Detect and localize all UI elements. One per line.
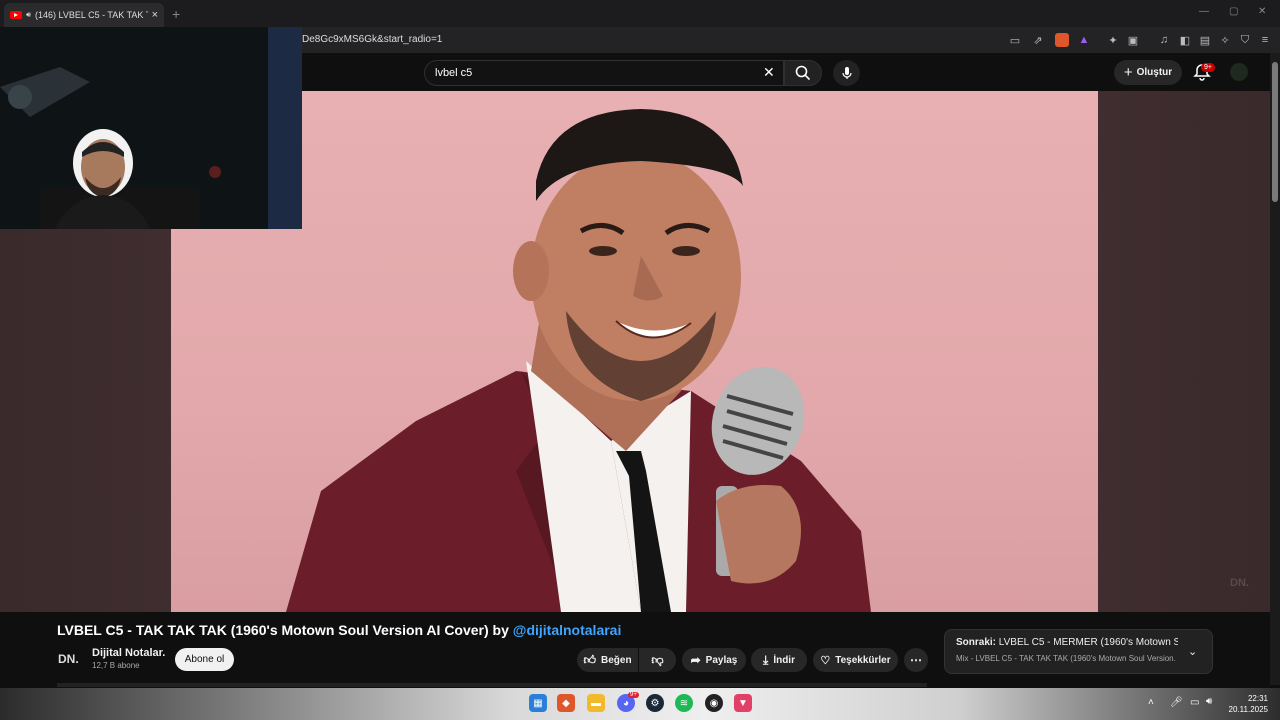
- channel-watermark: DN.: [1230, 577, 1249, 589]
- dislike-button[interactable]: 👎︎: [639, 648, 676, 672]
- vpn-icon[interactable]: ⛉: [1238, 33, 1252, 47]
- video-title-text: LVBEL C5 - TAK TAK TAK (1960's Motown So…: [57, 622, 509, 638]
- streamer-webcam-image: [0, 27, 302, 229]
- speaker-icon: 🔊︎: [26, 10, 32, 19]
- like-label: Beğen: [600, 654, 632, 666]
- thanks-button[interactable]: ♡ Teşekkürler: [813, 648, 898, 672]
- obs-icon[interactable]: ◉: [705, 694, 723, 712]
- create-label: Oluştur: [1136, 67, 1173, 78]
- up-next-title: Sonraki: LVBEL C5 - MERMER (1960's Motow…: [956, 637, 1178, 648]
- browser-tab-strip: [0, 0, 1280, 27]
- thumbs-down-icon: 👎︎: [651, 652, 664, 667]
- tray-network-icon[interactable]: ▭: [1190, 697, 1199, 708]
- download-button[interactable]: ⤓ İndir: [751, 648, 807, 672]
- up-next-card[interactable]: [944, 629, 1213, 674]
- subscribe-button[interactable]: Abone ol: [175, 648, 234, 671]
- clock-date: 20.11.2025: [1228, 705, 1268, 714]
- steam-icon[interactable]: ⚙: [646, 694, 664, 712]
- browser-tab[interactable]: 🔊︎ (146) LVBEL C5 - TAK TAK TAK ×: [4, 3, 164, 27]
- tray-volume-icon[interactable]: 🔊︎: [1206, 696, 1212, 707]
- search-icon: [795, 65, 811, 81]
- plus-icon: +: [1123, 64, 1133, 81]
- discord-badge: 9+: [628, 692, 639, 698]
- app-icon[interactable]: ▼: [734, 694, 752, 712]
- video-player[interactable]: [171, 91, 1098, 612]
- extensions-icon[interactable]: ✦: [1106, 33, 1120, 47]
- channel-logo[interactable]: DN.: [58, 647, 86, 671]
- tab-title: (146) LVBEL C5 - TAK TAK TAK: [35, 10, 148, 20]
- description-box-edge: [57, 683, 927, 687]
- singer-image: [286, 109, 871, 612]
- download-icon: ⤓: [763, 652, 769, 667]
- restore-window-button[interactable]: ▢: [1229, 6, 1238, 17]
- thanks-heart-icon: ♡: [820, 654, 831, 667]
- like-button[interactable]: 👍︎ Beğen: [577, 648, 638, 672]
- voice-search-button[interactable]: [833, 60, 860, 86]
- more-actions-button[interactable]: ⋯: [904, 648, 928, 672]
- close-window-button[interactable]: ✕: [1258, 6, 1266, 17]
- cast-icon[interactable]: ▭: [1008, 33, 1022, 47]
- notification-badge: 9+: [1201, 63, 1215, 72]
- channel-name[interactable]: Dijital Notalar.: [92, 647, 165, 659]
- up-next-video-title: LVBEL C5 - MERMER (1960's Motown Soul...: [998, 637, 1178, 648]
- creator-handle-link[interactable]: @dijitalnotalarai: [513, 622, 622, 638]
- brave-shield-icon[interactable]: [1055, 33, 1069, 47]
- up-next-subtitle: Mix - LVBEL C5 - TAK TAK TAK (1960's Mot…: [956, 654, 1176, 663]
- share-button[interactable]: ➦ Paylaş: [682, 648, 746, 672]
- windows-start-icon[interactable]: ▦: [529, 694, 547, 712]
- more-dots-icon: ⋯: [910, 653, 922, 667]
- chevron-down-icon[interactable]: ⌄: [1188, 645, 1197, 658]
- file-explorer-icon[interactable]: ▬: [587, 694, 605, 712]
- tray-microphone-icon[interactable]: 🎤︎: [1170, 697, 1183, 708]
- media-icon[interactable]: ♫: [1157, 33, 1171, 47]
- brave-browser-icon[interactable]: ◆: [557, 694, 575, 712]
- create-button[interactable]: + Oluştur: [1114, 60, 1182, 85]
- wallet-icon[interactable]: ▤: [1198, 33, 1212, 47]
- scrollbar-thumb[interactable]: [1272, 62, 1278, 202]
- download-label: İndir: [773, 654, 795, 666]
- new-tab-button[interactable]: +: [172, 6, 180, 22]
- clear-search-icon[interactable]: ✕: [763, 64, 775, 81]
- taskbar-clock[interactable]: 22:31 20.11.2025: [1222, 693, 1268, 715]
- share-icon[interactable]: ⇗: [1031, 33, 1045, 47]
- share-arrow-icon: ➦: [690, 653, 701, 667]
- thumbs-up-icon: 👍︎: [583, 652, 596, 667]
- rewards-icon[interactable]: ▲: [1077, 33, 1091, 47]
- video-title: LVBEL C5 - TAK TAK TAK (1960's Motown So…: [57, 622, 621, 638]
- menu-icon[interactable]: ≡: [1258, 33, 1272, 47]
- search-button[interactable]: [784, 60, 822, 86]
- clock-time: 22:31: [1247, 694, 1268, 703]
- screenshot-icon[interactable]: ▣: [1126, 33, 1140, 47]
- close-tab-icon[interactable]: ×: [152, 9, 158, 21]
- search-input[interactable]: lvbel c5: [424, 60, 784, 86]
- youtube-favicon-icon: [10, 11, 22, 19]
- url-text[interactable]: De8Gc9xMS6Gk&start_radio=1: [302, 34, 442, 45]
- leo-ai-icon[interactable]: ✧: [1218, 33, 1232, 47]
- subscriber-count: 12,7 B abone: [92, 661, 140, 670]
- up-next-label: Sonraki:: [956, 637, 997, 648]
- windows-taskbar: [0, 688, 1280, 720]
- avatar[interactable]: [1230, 63, 1248, 81]
- spotify-icon[interactable]: ≋: [675, 694, 693, 712]
- webcam-overlay: [0, 27, 302, 229]
- sidebar-icon[interactable]: ◧: [1178, 33, 1192, 47]
- thanks-label: Teşekkürler: [835, 654, 891, 666]
- tray-chevron-up-icon[interactable]: ˄: [1148, 697, 1154, 708]
- minimize-window-button[interactable]: —: [1199, 6, 1209, 17]
- microphone-icon: [841, 67, 852, 79]
- share-label: Paylaş: [705, 654, 738, 666]
